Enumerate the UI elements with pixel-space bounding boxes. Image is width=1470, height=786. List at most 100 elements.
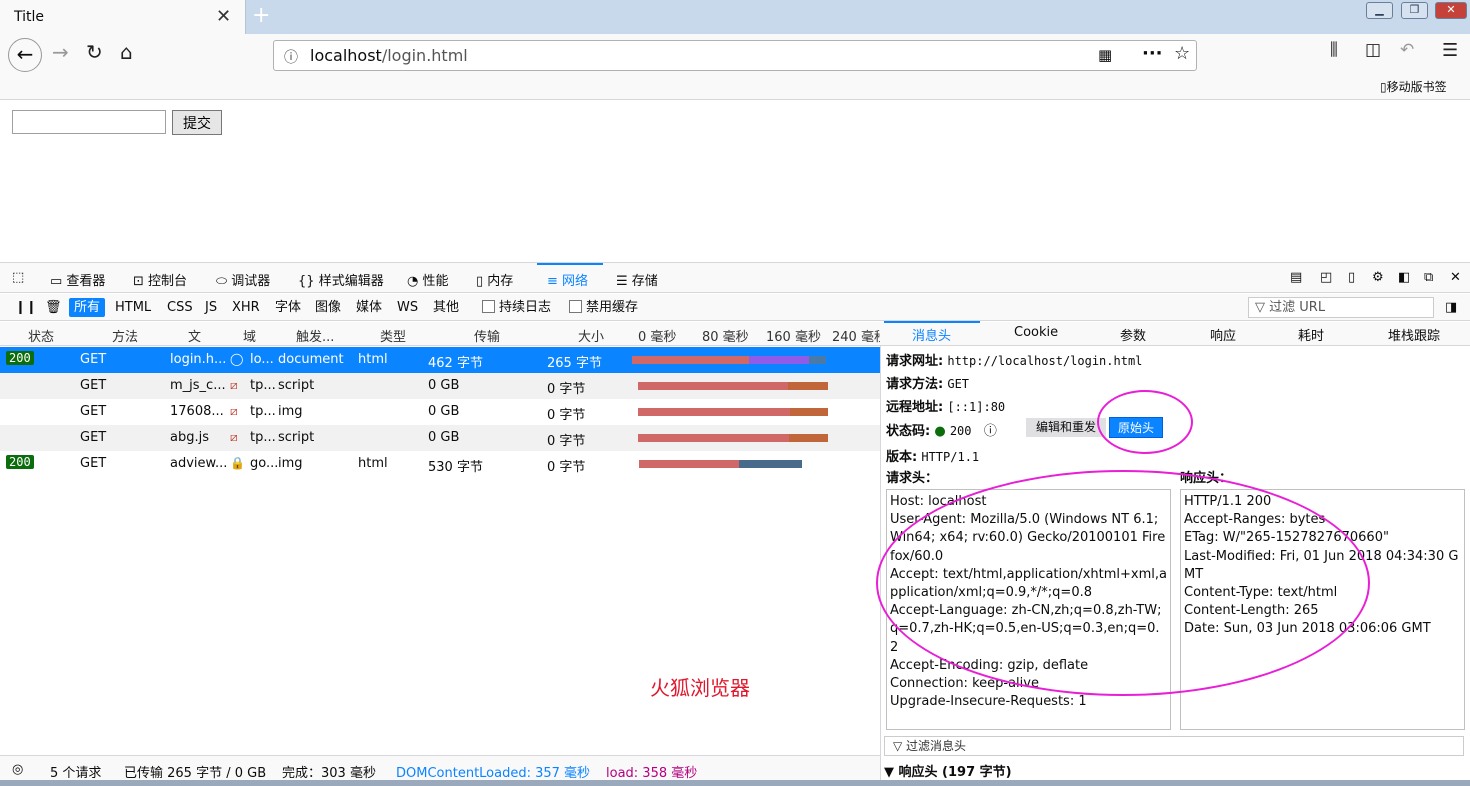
tab-network[interactable]: ≡ 网络 [547, 270, 588, 289]
tab-timings[interactable]: 耗时 [1298, 325, 1324, 344]
tab-network-indicator [537, 263, 603, 265]
submit-button[interactable]: 提交 [172, 110, 222, 135]
browser-tab[interactable]: Title ✕ [0, 0, 246, 34]
url-bar[interactable]: ⓘ localhost/login.html ▦ ··· ☆ [273, 40, 1197, 71]
element-picker-icon[interactable]: ⬚ [12, 270, 24, 285]
request-row[interactable]: GET 17608... tp... img 0 GB 0 字节 ⧄ [0, 399, 880, 425]
col-transferred[interactable]: 传输 [474, 326, 500, 345]
settings-gear-icon[interactable]: ⚙ [1372, 270, 1384, 285]
cell-transferred: 0 GB [428, 378, 460, 393]
request-method-row: 请求方法: GET [886, 373, 969, 392]
filter-fonts[interactable]: 字体 [270, 298, 306, 317]
filter-other[interactable]: 其他 [428, 298, 464, 317]
new-tab-icon[interactable]: + [252, 3, 270, 28]
filter-html[interactable]: HTML [110, 298, 156, 317]
tab-style-editor[interactable]: {} 样式编辑器 [298, 270, 384, 289]
tab-debugger[interactable]: ⬭ 调试器 [216, 270, 270, 289]
cell-type: html [358, 352, 388, 367]
cell-file: 17608... [170, 404, 224, 419]
filter-media[interactable]: 媒体 [351, 298, 387, 317]
close-tab-icon[interactable]: ✕ [216, 6, 231, 27]
menu-icon[interactable]: ☰ [1442, 40, 1458, 61]
cell-cause: img [278, 404, 303, 419]
persist-log-label: 持续日志 [499, 300, 552, 315]
load-time: load: 358 毫秒 [606, 766, 698, 781]
annotation-text: 火狐浏览器 [650, 676, 750, 700]
forward-icon[interactable]: → [52, 40, 69, 64]
tab-headers[interactable]: 消息头 [912, 325, 951, 344]
tab-cookie[interactable]: Cookie [1014, 325, 1058, 340]
tab-console[interactable]: ⊡ 控制台 [133, 270, 187, 289]
tab-performance[interactable]: ◔ 性能 [407, 270, 449, 289]
tab-memory[interactable]: ▯ 内存 [476, 270, 513, 289]
cell-size: 0 字节 [547, 460, 586, 475]
col-status[interactable]: 状态 [28, 326, 54, 345]
qr-code-icon[interactable]: ▦ [1098, 46, 1112, 64]
request-row[interactable]: 200 GET adview... go... img html 530 字节 0 字节 🔒 [0, 451, 880, 477]
filter-all[interactable]: 所有 [69, 298, 106, 317]
maximize-button[interactable]: ❐ [1401, 2, 1428, 19]
response-headers-toggle[interactable]: ▼ 响应头 (197 字节) [884, 761, 1012, 780]
details-tab-indicator [884, 321, 980, 323]
tab-response[interactable]: 响应 [1210, 325, 1236, 344]
tab-debugger-label: 调试器 [231, 274, 271, 289]
site-info-icon[interactable]: ⓘ [284, 47, 298, 67]
window-close-button[interactable]: ✕ [1435, 2, 1467, 19]
dock-side-icon[interactable]: ◧ [1398, 270, 1410, 285]
edit-resend-button[interactable]: 编辑和重发 [1026, 418, 1106, 437]
minimize-button[interactable]: ▁ [1366, 2, 1393, 19]
filter-funnel-icon: ▽ [893, 739, 907, 753]
cell-method: GET [80, 352, 107, 367]
cell-size: 0 字节 [547, 408, 586, 423]
bookmark-star-icon[interactable]: ☆ [1174, 43, 1190, 64]
toggle-sidebar-icon[interactable]: ◨ [1440, 298, 1462, 317]
status-badge: 200 [6, 455, 34, 469]
cell-file: abg.js [170, 430, 209, 445]
split-console-icon[interactable]: ◰ [1320, 270, 1332, 285]
reload-icon[interactable]: ↻ [86, 40, 103, 64]
col-method[interactable]: 方法 [112, 326, 138, 345]
col-cause[interactable]: 触发... [296, 326, 334, 345]
col-type[interactable]: 类型 [380, 326, 406, 345]
close-devtools-icon[interactable]: ✕ [1450, 270, 1461, 285]
library-icon[interactable]: ⫼ [1330, 40, 1338, 60]
waterfall-segment [638, 434, 789, 442]
home-icon[interactable]: ⌂ [120, 40, 133, 64]
cell-type: html [358, 456, 388, 471]
help-icon[interactable]: ⓘ [984, 424, 997, 439]
tab-storage[interactable]: ☰ 存储 [616, 270, 658, 289]
back-icon[interactable]: ← [8, 38, 42, 72]
cell-transferred: 530 字节 [428, 460, 483, 475]
performance-analysis-icon[interactable]: ◎ [12, 762, 23, 777]
request-row[interactable]: 200 GET login.h... lo... document html 462 字节 2… [0, 347, 880, 373]
tab-stack-trace[interactable]: 堆栈跟踪 [1388, 325, 1440, 344]
request-row[interactable]: GET m_js_c... tp... script 0 GB 0 字节 ⧄ [0, 373, 880, 399]
col-size[interactable]: 大小 [578, 326, 604, 345]
tab-params[interactable]: 参数 [1120, 325, 1146, 344]
timeline-tick-0: 0 毫秒 [638, 330, 677, 345]
login-input[interactable] [12, 110, 166, 134]
cell-method: GET [80, 430, 107, 445]
separate-window-icon[interactable]: ⧉ [1424, 270, 1433, 285]
filter-js[interactable]: JS [200, 298, 222, 317]
filter-headers-input[interactable]: ▽ 过滤消息头 [884, 736, 1464, 756]
cell-domain: lo... [250, 352, 274, 367]
filter-ws[interactable]: WS [392, 298, 423, 317]
pause-icon[interactable]: ❙❙ [10, 298, 42, 317]
undo-icon[interactable]: ↶ [1400, 40, 1414, 60]
filter-images[interactable]: 图像 [310, 298, 346, 317]
filter-url-input[interactable]: ▽ 过滤 URL [1248, 297, 1434, 318]
filter-xhr[interactable]: XHR [227, 298, 265, 317]
cell-domain: tp... [250, 378, 276, 393]
sidebar-icon[interactable]: ◫ [1365, 40, 1381, 60]
response-headers-size: 响应头 (197 字节) [898, 765, 1012, 780]
responsive-design-icon[interactable]: ▯ [1348, 270, 1355, 285]
dock-options-icon[interactable]: ▤ [1290, 270, 1302, 285]
filter-css[interactable]: CSS [162, 298, 198, 317]
request-row[interactable]: GET abg.js tp... script 0 GB 0 字节 ⧄ [0, 425, 880, 451]
page-actions-icon[interactable]: ··· [1142, 43, 1163, 64]
tab-inspector[interactable]: ▭ 查看器 [50, 270, 105, 289]
cell-cause: img [278, 456, 303, 471]
clear-trash-icon[interactable]: 🗑 [40, 298, 67, 317]
mobile-bookmarks[interactable]: ▯移动版书签 [1380, 78, 1447, 95]
